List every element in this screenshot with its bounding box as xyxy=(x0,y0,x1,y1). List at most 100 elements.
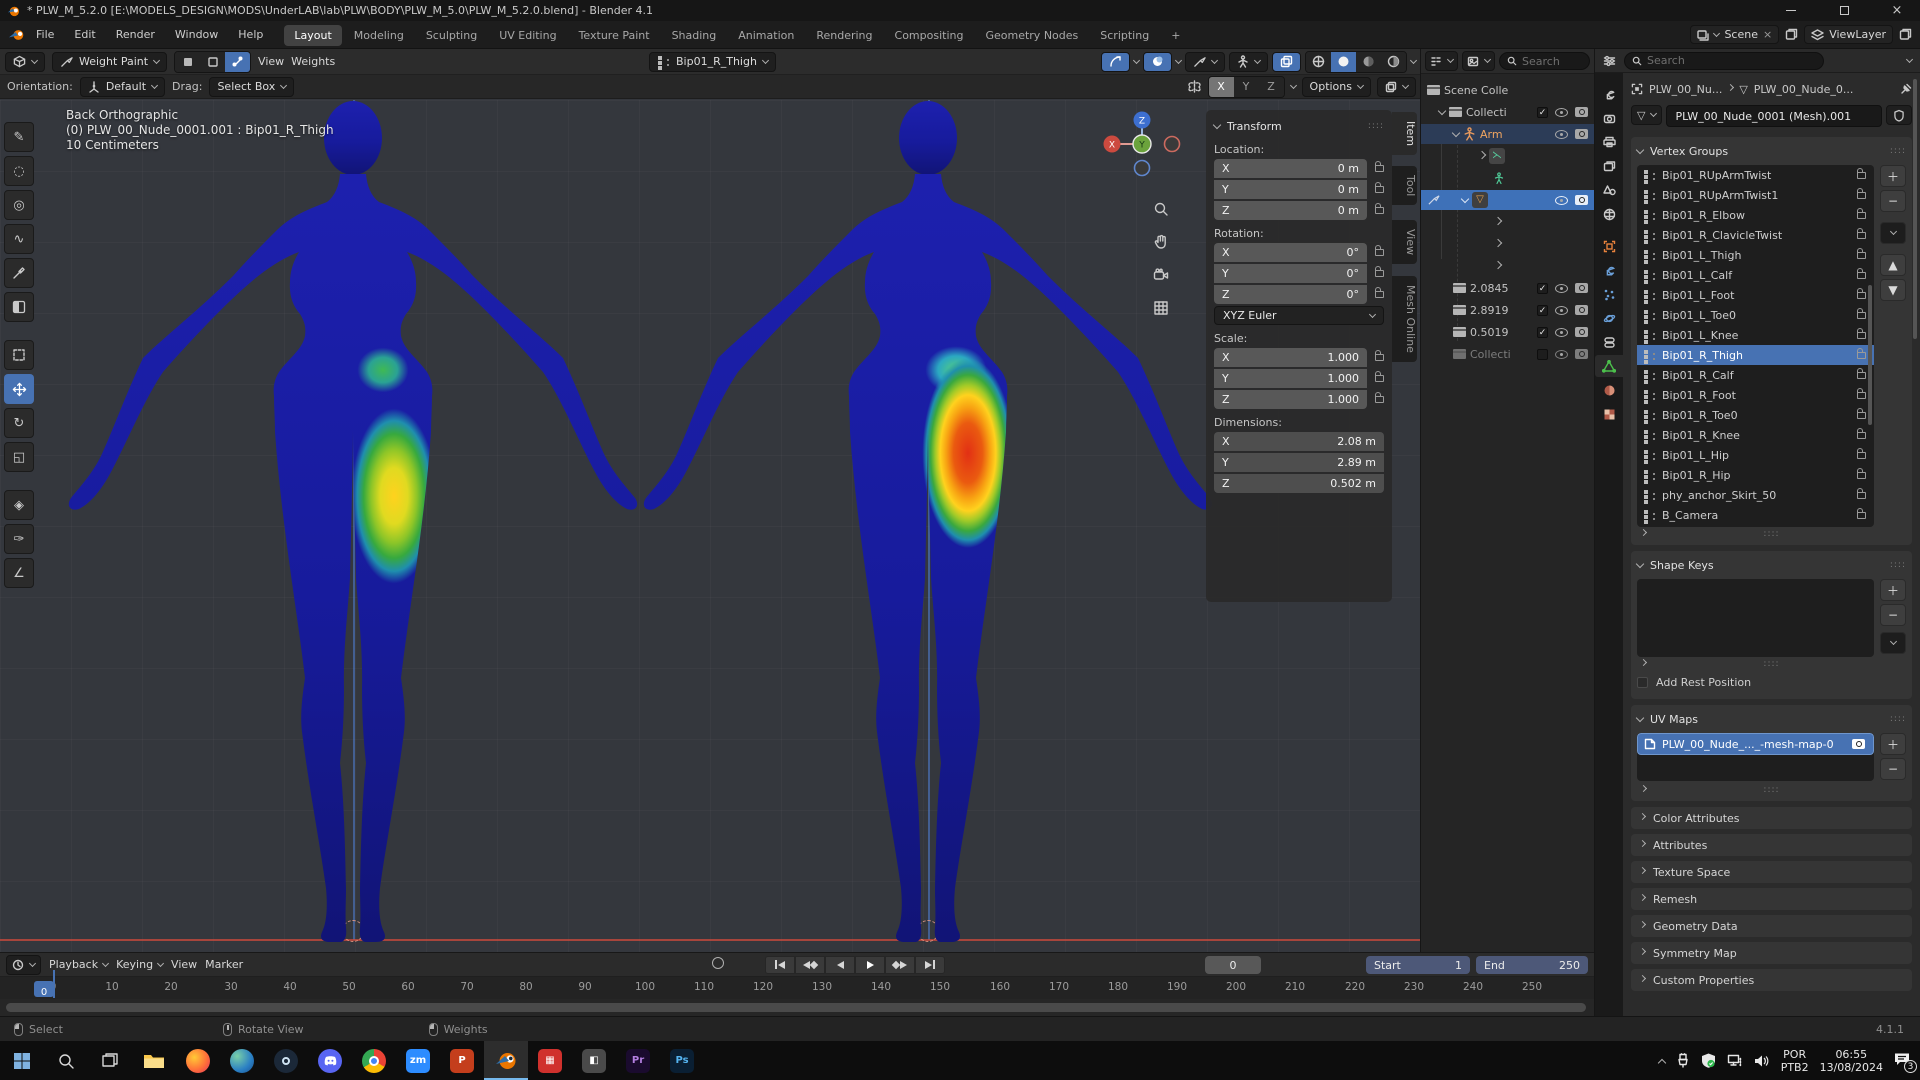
material-preview-button[interactable] xyxy=(1356,52,1381,72)
rotation-x-field[interactable]: X0° xyxy=(1214,243,1367,262)
collection-checkbox[interactable]: ✓ xyxy=(1537,107,1548,118)
outliner-display-mode[interactable] xyxy=(1425,51,1458,71)
menu-file[interactable]: File xyxy=(27,24,63,45)
outliner-row-empty-1[interactable]: 2.0845✓ xyxy=(1421,278,1594,298)
location-y-field[interactable]: Y0 m xyxy=(1214,180,1367,199)
usb-icon[interactable] xyxy=(1676,1053,1690,1068)
menu-help[interactable]: Help xyxy=(229,24,272,45)
expand-icon[interactable] xyxy=(1494,260,1502,268)
lock-icon[interactable] xyxy=(1857,312,1866,319)
view-menu[interactable]: View xyxy=(258,55,284,68)
chrome-icon[interactable] xyxy=(352,1041,396,1080)
edge-icon[interactable] xyxy=(220,1041,264,1080)
breadcrumb-data[interactable]: PLW_00_Nude_0... xyxy=(1754,83,1854,96)
tab-material[interactable] xyxy=(1595,379,1623,401)
lock-icon[interactable] xyxy=(1857,272,1866,279)
workspace-tab-rendering[interactable]: Rendering xyxy=(806,25,882,46)
steam-icon[interactable] xyxy=(264,1041,308,1080)
tab-scene[interactable] xyxy=(1595,179,1623,201)
clock[interactable]: 06:5513/08/2024 xyxy=(1820,1048,1883,1074)
next-keyframe-button[interactable] xyxy=(885,956,915,974)
workspace-tab-modeling[interactable]: Modeling xyxy=(344,25,414,46)
scale-x-field[interactable]: X1.000 xyxy=(1214,348,1367,367)
vertex-group-row[interactable]: Bip01_RUpArmTwist1 xyxy=(1637,185,1874,205)
outliner-row-child[interactable] xyxy=(1421,234,1594,254)
tray-expand-icon[interactable] xyxy=(1657,1058,1665,1066)
vertex-group-row-selected[interactable]: Bip01_R_Thigh xyxy=(1637,345,1874,365)
expand-icon[interactable] xyxy=(1494,238,1502,246)
properties-options-icon[interactable] xyxy=(1906,55,1913,62)
editor-type-button[interactable] xyxy=(5,52,45,72)
vertex-group-row[interactable]: Bip01_L_Knee xyxy=(1637,325,1874,345)
frame-end-field[interactable]: End250 xyxy=(1476,956,1588,974)
overlays-dropdown-icon[interactable] xyxy=(1175,56,1182,63)
minimize-button[interactable] xyxy=(1768,0,1814,21)
menu-edit[interactable]: Edit xyxy=(65,24,104,45)
weight-paint-mesh-left[interactable] xyxy=(63,100,643,943)
timeline-ruler[interactable]: 0102030405060708090100110120130140150160… xyxy=(0,977,1594,999)
rotation-y-field[interactable]: Y0° xyxy=(1214,264,1367,283)
weight-paint-mesh-right[interactable] xyxy=(638,100,1218,943)
lock-icon[interactable] xyxy=(1375,354,1384,361)
new-viewlayer-icon[interactable] xyxy=(1899,28,1912,41)
tool-rotate[interactable]: ↻ xyxy=(4,408,34,438)
security-shield-icon[interactable] xyxy=(1701,1053,1716,1068)
new-scene-icon[interactable] xyxy=(1785,28,1798,41)
hide-icon[interactable] xyxy=(1555,328,1568,337)
disable-render-icon[interactable] xyxy=(1575,195,1588,205)
tab-tool[interactable] xyxy=(1595,83,1623,105)
expand-icon[interactable] xyxy=(1461,194,1469,202)
vertex-group-row[interactable]: Bip01_R_Foot xyxy=(1637,385,1874,405)
lock-icon[interactable] xyxy=(1857,192,1866,199)
vertex-group-row[interactable]: Bip01_L_Foot xyxy=(1637,285,1874,305)
current-frame-field[interactable]: 0 xyxy=(1205,956,1261,974)
checkbox[interactable]: ✓ xyxy=(1537,327,1548,338)
menu-render[interactable]: Render xyxy=(107,24,164,45)
lock-icon[interactable] xyxy=(1857,252,1866,259)
workspace-tab-animation[interactable]: Animation xyxy=(728,25,804,46)
dimensions-z-field[interactable]: Z0.502 m xyxy=(1214,474,1384,493)
disable-render-icon[interactable] xyxy=(1575,129,1588,139)
expand-icon[interactable] xyxy=(1438,106,1446,114)
play-reverse-button[interactable] xyxy=(825,956,855,974)
remove-uv-map-button[interactable]: − xyxy=(1880,758,1906,780)
hide-icon[interactable] xyxy=(1555,108,1568,117)
tab-world[interactable] xyxy=(1595,203,1623,225)
task-view-button[interactable] xyxy=(88,1041,132,1080)
hide-icon[interactable] xyxy=(1555,196,1568,205)
uv-map-row-selected[interactable]: PLW_00_Nude_..._-mesh-map-0 xyxy=(1637,733,1874,755)
tab-texture[interactable] xyxy=(1595,403,1623,425)
outliner-row-empty-2[interactable]: 2.8919✓ xyxy=(1421,300,1594,320)
premiere-icon[interactable]: Pr xyxy=(616,1041,660,1080)
maximize-button[interactable] xyxy=(1821,0,1867,21)
timeline-editor-button[interactable] xyxy=(6,955,41,975)
sidebar-tab-view[interactable]: View xyxy=(1392,220,1417,264)
collapse-icon[interactable] xyxy=(1636,713,1644,721)
vertex-group-row[interactable]: Bip01_L_Calf xyxy=(1637,265,1874,285)
vertex-group-row[interactable]: Bip01_L_Thigh xyxy=(1637,245,1874,265)
gizmo-toggle[interactable] xyxy=(1101,52,1130,72)
workspace-tab-scripting[interactable]: Scripting xyxy=(1090,25,1159,46)
panel-grip-icon[interactable]: :::: xyxy=(1368,121,1384,131)
collapse-icon[interactable] xyxy=(1636,145,1644,153)
gizmo-x-negative[interactable] xyxy=(1165,137,1180,152)
tab-object[interactable] xyxy=(1595,235,1623,257)
jump-to-start-button[interactable] xyxy=(765,956,795,974)
mirror-y-toggle[interactable]: Y xyxy=(1234,77,1259,97)
list-scrollbar[interactable] xyxy=(1868,285,1872,425)
toggle-grid-icon[interactable] xyxy=(1148,295,1174,321)
unlink-scene-icon[interactable]: × xyxy=(1763,28,1772,41)
rotation-mode-dropdown[interactable]: XYZ Euler xyxy=(1214,306,1384,325)
notification-center-icon[interactable]: 3 xyxy=(1894,1052,1910,1069)
vertex-group-row[interactable]: Bip01_L_Toe0 xyxy=(1637,305,1874,325)
add-shape-key-button[interactable]: ＋ xyxy=(1880,579,1906,601)
outliner-row-collection[interactable]: Collecti✓ xyxy=(1421,102,1594,122)
auto-key-toggle[interactable] xyxy=(712,957,724,972)
lock-icon[interactable] xyxy=(1857,392,1866,399)
panel-grip-icon[interactable]: :::: xyxy=(1890,560,1906,570)
lock-icon[interactable] xyxy=(1375,375,1384,382)
add-workspace-button[interactable]: + xyxy=(1161,25,1190,46)
location-z-field[interactable]: Z0 m xyxy=(1214,201,1367,220)
language-indicator[interactable]: PORPTB2 xyxy=(1781,1048,1809,1074)
lock-icon[interactable] xyxy=(1375,207,1384,214)
